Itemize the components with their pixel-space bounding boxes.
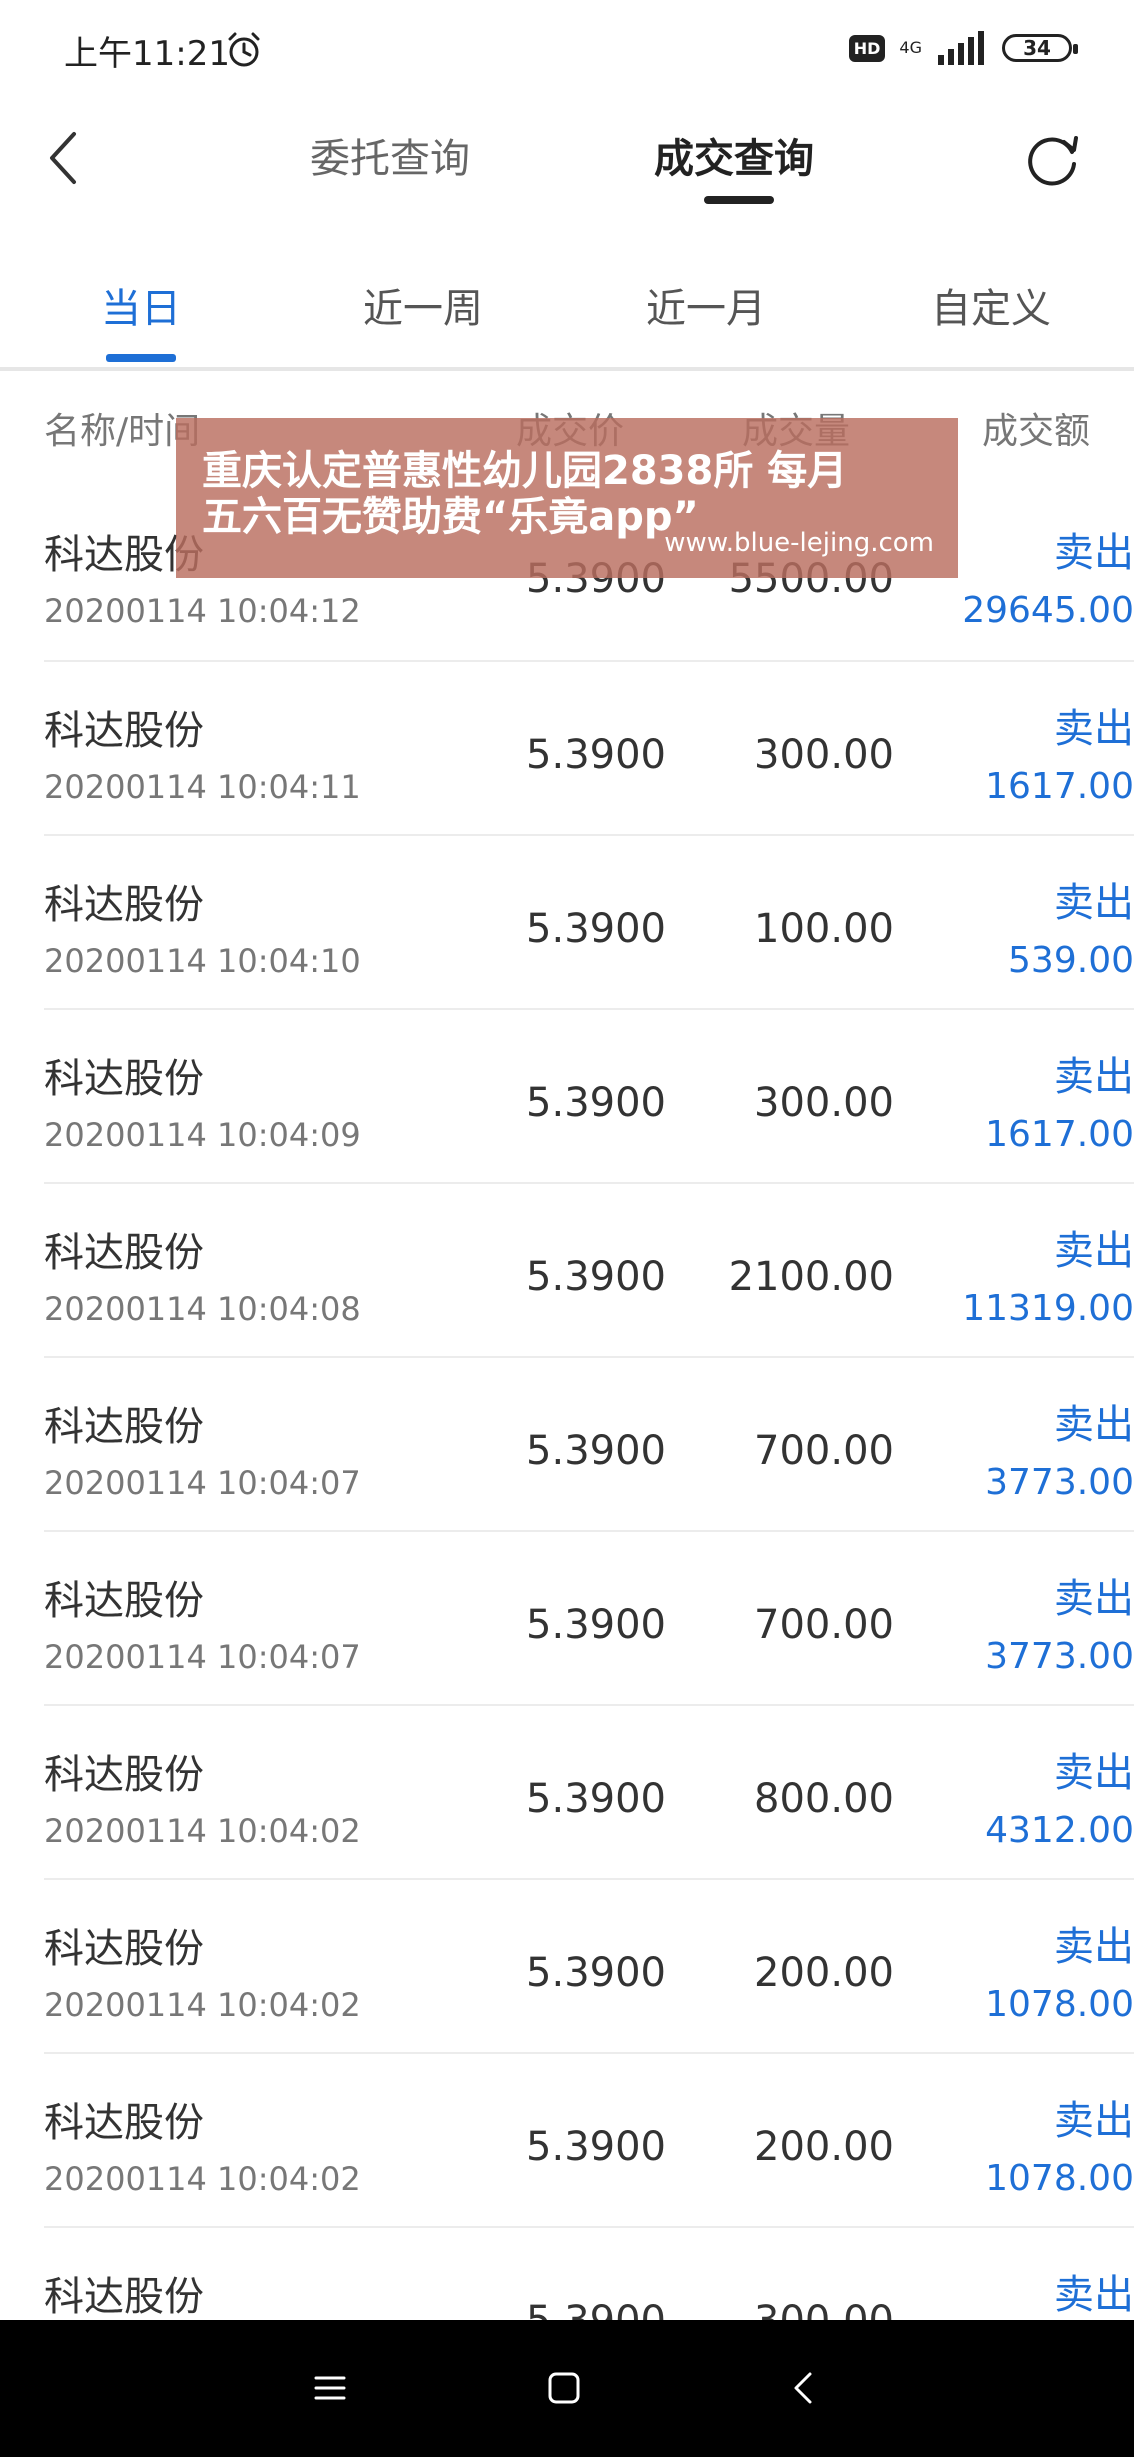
deal-volume: 300.00 [754,732,894,778]
deal-volume: 100.00 [754,906,894,952]
deal-price: 5.3900 [526,732,666,778]
chevron-left-icon[interactable] [44,128,84,188]
ad-text-line-2: 五六百无赞助费“乐竟app” [202,494,699,540]
tab-entrust-query[interactable]: 委托查询 [310,126,470,184]
deal-direction: 卖出 [1054,1750,1134,1796]
deal-time: 20200114 10:04:10 [44,942,361,980]
ad-url: www.blue-lejing.com [664,528,934,558]
menu-icon[interactable] [306,2364,354,2412]
deal-amount: 1617.00 [985,1114,1134,1155]
deal-amount: 4312.00 [985,1810,1134,1851]
stock-name: 科达股份 [44,1056,204,1102]
deal-price: 5.3900 [526,1080,666,1126]
deal-time: 20200114 10:04:02 [44,1986,361,2024]
deal-price: 5.3900 [526,2124,666,2170]
deal-direction: 卖出 [1054,1402,1134,1448]
deal-price: 5.3900 [526,1428,666,1474]
deal-direction: 卖出 [1054,1228,1134,1274]
period-tab-month[interactable]: 近一月 [646,276,766,334]
active-tab-indicator [704,196,774,204]
table-row[interactable]: 科达股份 20200114 10:04:02 5.3900 200.00 卖出 … [44,2052,1134,2226]
deal-amount: 3773.00 [985,1462,1134,1503]
deal-time: 20200114 10:04:07 [44,1464,361,1502]
stock-name: 科达股份 [44,2274,204,2320]
stock-name: 科达股份 [44,2100,204,2146]
refresh-icon[interactable] [1024,130,1084,190]
deal-amount: 1078.00 [985,1984,1134,2025]
back-triangle-icon[interactable] [780,2364,828,2412]
stock-name: 科达股份 [44,708,204,754]
table-row[interactable]: 科达股份 20200114 10:04:10 5.3900 100.00 卖出 … [44,834,1134,1008]
deal-time: 20200114 10:04:12 [44,592,361,630]
deal-direction: 卖出 [1054,706,1134,752]
deal-time: 20200114 10:04:02 [44,2160,361,2198]
stock-name: 科达股份 [44,1230,204,1276]
deal-direction: 卖出 [1054,2098,1134,2144]
deal-list: 科达股份 20200114 10:04:12 5.3900 5500.00 卖出… [0,486,1134,2400]
deal-amount: 3773.00 [985,1636,1134,1677]
deal-amount: 29645.00 [962,590,1134,631]
divider [0,367,1134,371]
deal-price: 5.3900 [526,1254,666,1300]
alarm-clock-icon [228,32,260,67]
ad-banner-overlay: 重庆认定普惠性幼儿园2838所 每月 五六百无赞助费“乐竟app” www.bl… [176,418,958,578]
tab-deal-query[interactable]: 成交查询 [654,126,814,184]
table-row[interactable]: 科达股份 20200114 10:04:07 5.3900 700.00 卖出 … [44,1530,1134,1704]
deal-direction: 卖出 [1054,1576,1134,1622]
status-bar: 上午11:21 HD 4G 34 [0,0,1134,100]
stock-name: 科达股份 [44,1404,204,1450]
deal-volume: 300.00 [754,1080,894,1126]
square-home-icon[interactable] [540,2364,588,2412]
deal-amount: 1617.00 [985,766,1134,807]
deal-direction: 卖出 [1054,2272,1134,2318]
deal-amount: 11319.00 [962,1288,1134,1329]
table-row[interactable]: 科达股份 20200114 10:04:09 5.3900 300.00 卖出 … [44,1008,1134,1182]
deal-time: 20200114 10:04:02 [44,1812,361,1850]
table-row[interactable]: 科达股份 20200114 10:04:08 5.3900 2100.00 卖出… [44,1182,1134,1356]
table-row[interactable]: 科达股份 20200114 10:04:07 5.3900 700.00 卖出 … [44,1356,1134,1530]
deal-price: 5.3900 [526,906,666,952]
table-row[interactable]: 科达股份 20200114 10:04:02 5.3900 200.00 卖出 … [44,1878,1134,2052]
stock-name: 科达股份 [44,1926,204,1972]
period-tab-week[interactable]: 近一周 [363,276,483,334]
deal-volume: 700.00 [754,1428,894,1474]
deal-volume: 200.00 [754,1950,894,1996]
status-time: 上午11:21 [64,34,230,74]
deal-query-screen: 上午11:21 HD 4G 34 委托查询 成交查询 当日 近一周 近一月 自定… [0,0,1134,2457]
column-header-amount: 成交额 [981,411,1090,452]
stock-name: 科达股份 [44,1752,204,1798]
period-tab-indicator [106,354,176,362]
deal-time: 20200114 10:04:11 [44,768,361,806]
deal-direction: 卖出 [1054,1924,1134,1970]
period-tab-today[interactable]: 当日 [101,276,181,334]
hd-badge: HD [848,34,886,62]
system-nav-bar [0,2320,1134,2457]
deal-direction: 卖出 [1054,1054,1134,1100]
deal-time: 20200114 10:04:08 [44,1290,361,1328]
period-tabs: 当日 近一周 近一月 自定义 [0,250,1134,370]
deal-time: 20200114 10:04:09 [44,1116,361,1154]
deal-volume: 700.00 [754,1602,894,1648]
period-tab-custom[interactable]: 自定义 [931,276,1051,334]
status-indicators: HD 4G 34 [848,26,1078,70]
network-type: 4G [899,38,922,57]
table-row[interactable]: 科达股份 20200114 10:04:02 5.3900 800.00 卖出 … [44,1704,1134,1878]
deal-price: 5.3900 [526,1950,666,1996]
battery-icon: 34 [1002,34,1078,62]
signal-icon [938,31,984,65]
table-row[interactable]: 科达股份 20200114 10:04:11 5.3900 300.00 卖出 … [44,660,1134,834]
deal-volume: 2100.00 [728,1254,894,1300]
stock-name: 科达股份 [44,882,204,928]
deal-time: 20200114 10:04:07 [44,1638,361,1676]
deal-amount: 539.00 [1008,940,1134,981]
deal-price: 5.3900 [526,1602,666,1648]
deal-volume: 800.00 [754,1776,894,1822]
top-header: 委托查询 成交查询 [0,100,1134,220]
deal-volume: 200.00 [754,2124,894,2170]
deal-price: 5.3900 [526,1776,666,1822]
deal-amount: 1078.00 [985,2158,1134,2199]
deal-direction: 卖出 [1054,530,1134,576]
deal-direction: 卖出 [1054,880,1134,926]
stock-name: 科达股份 [44,1578,204,1624]
